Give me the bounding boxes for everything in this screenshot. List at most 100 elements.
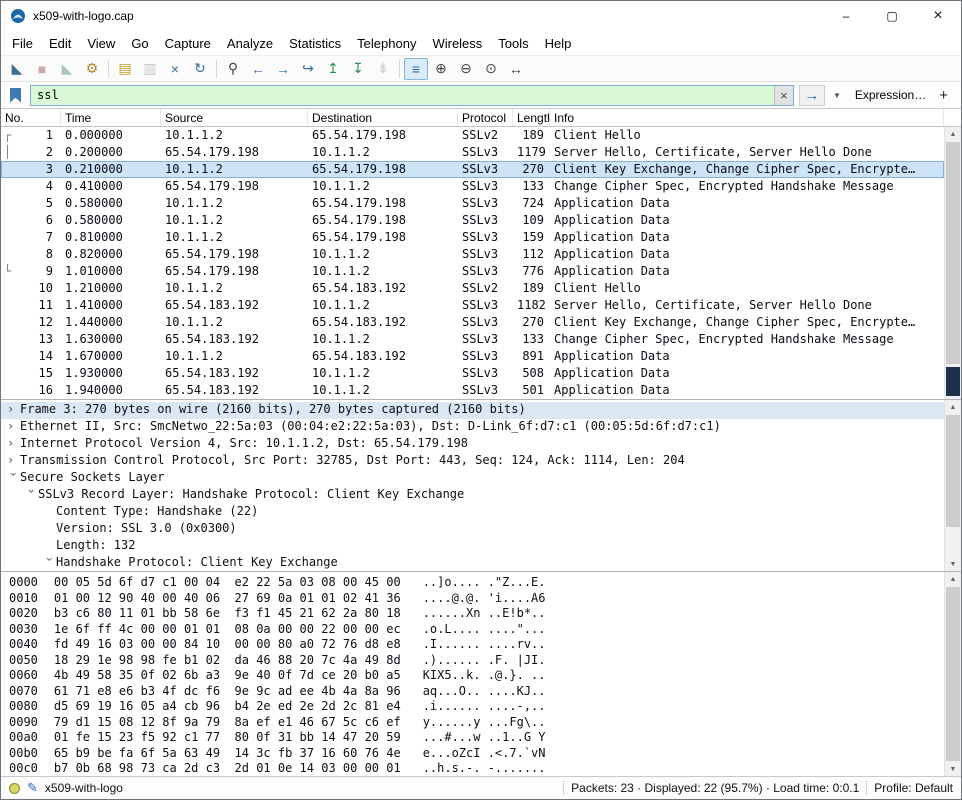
details-scrollbar[interactable]: ▲ ▼: [944, 400, 961, 571]
detail-line[interactable]: Length: 132: [1, 538, 944, 555]
expert-info-icon[interactable]: [9, 782, 20, 794]
packet-row[interactable]: ┌ 1 0.000000 10.1.1.2 65.54.179.198 SSLv2 189 C…: [1, 127, 944, 144]
save-file-icon[interactable]: ▥: [138, 58, 162, 80]
packet-row[interactable]: 10 1.210000 10.1.1.2 65.54.183.192 SSLv2 189 C…: [1, 280, 944, 297]
hex-line[interactable]: 00b0 65 b9 be fa 6f 5a 63 49 14 3c fb 37 …: [1, 746, 961, 762]
expand-arrow-icon[interactable]: ›: [7, 402, 20, 416]
auto-scroll-icon[interactable]: ⇟: [371, 58, 395, 80]
column-header-source[interactable]: Source: [161, 109, 308, 126]
scroll-down-icon[interactable]: ▼: [945, 557, 961, 571]
expand-arrow-icon[interactable]: ›: [43, 556, 57, 569]
column-header-destination[interactable]: Destination: [308, 109, 458, 126]
add-filter-button[interactable]: +: [937, 87, 956, 104]
expand-arrow-icon[interactable]: ›: [7, 471, 21, 484]
packet-row[interactable]: 4 0.410000 65.54.179.198 10.1.1.2 SSLv3 133 Ch…: [1, 178, 944, 195]
expand-arrow-icon[interactable]: ›: [25, 488, 39, 501]
restart-capture-icon[interactable]: ◣: [55, 58, 79, 80]
colorize-packets-icon[interactable]: ≡: [404, 57, 428, 80]
scroll-up-icon[interactable]: ▲: [945, 127, 961, 141]
resize-columns-icon[interactable]: ↔: [504, 58, 528, 80]
packet-row[interactable]: 11 1.410000 65.54.183.192 10.1.1.2 SSLv3 1182…: [1, 297, 944, 314]
detail-line[interactable]: › Ethernet II, Src: SmcNetwo_22:5a:03 (00…: [1, 419, 944, 436]
menu-item-tools[interactable]: Tools: [490, 33, 536, 54]
detail-line[interactable]: ›SSLv3 Record Layer: Handshake Protocol:…: [1, 487, 944, 504]
filter-dropdown-icon[interactable]: ▼: [830, 91, 844, 100]
hex-line[interactable]: 00c0 b7 0b 68 98 73 ca 2d c3 2d 01 0e 14 …: [1, 761, 961, 776]
hex-line[interactable]: 0060 4b 49 58 35 0f 02 6b a3 9e 40 0f 7d …: [1, 668, 961, 684]
close-file-icon[interactable]: ×: [163, 58, 187, 80]
status-profile[interactable]: Profile: Default: [874, 781, 953, 795]
hex-line[interactable]: 0000 00 05 5d 6f d7 c1 00 04 e2 22 5a 03 …: [1, 575, 961, 591]
display-filter-input[interactable]: [31, 88, 774, 102]
packet-row[interactable]: 8 0.820000 65.54.179.198 10.1.1.2 SSLv3 112 Ap…: [1, 246, 944, 263]
detail-line[interactable]: › Transmission Control Protocol, Src Port…: [1, 453, 944, 470]
menu-item-telephony[interactable]: Telephony: [349, 33, 424, 54]
capture-comment-icon[interactable]: ✎: [27, 780, 38, 796]
packet-list-scrollbar[interactable]: ▲: [944, 127, 961, 399]
menu-item-wireless[interactable]: Wireless: [424, 33, 490, 54]
packet-row[interactable]: 15 1.930000 65.54.183.192 10.1.1.2 SSLv3 508 A…: [1, 365, 944, 382]
packet-row[interactable]: 13 1.630000 65.54.183.192 10.1.1.2 SSLv3 133 C…: [1, 331, 944, 348]
open-file-icon[interactable]: ▤: [113, 58, 137, 80]
scroll-up-icon[interactable]: ▲: [945, 400, 961, 414]
capture-options-icon[interactable]: ⚙: [80, 58, 104, 80]
go-last-packet-icon[interactable]: ↧: [346, 58, 370, 80]
close-button[interactable]: ×: [915, 1, 961, 31]
packet-row[interactable]: │ 2 0.200000 65.54.179.198 10.1.1.2 SSLv3 1179…: [1, 144, 944, 161]
hex-line[interactable]: 0030 1e 6f ff 4c 00 00 01 01 08 0a 00 00 …: [1, 622, 961, 638]
detail-line[interactable]: ›Secure Sockets Layer: [1, 470, 944, 487]
hex-line[interactable]: 0050 18 29 1e 98 98 fe b1 02 da 46 88 20 …: [1, 653, 961, 669]
hex-line[interactable]: 00a0 01 fe 15 23 f5 92 c1 77 80 0f 31 bb …: [1, 730, 961, 746]
menu-item-help[interactable]: Help: [537, 33, 580, 54]
clear-filter-icon[interactable]: ×: [773, 85, 793, 105]
packet-row[interactable]: 3 0.210000 10.1.1.2 65.54.179.198 SSLv3 270 Cl…: [1, 161, 944, 178]
hex-scrollbar[interactable]: ▲ ▼: [944, 572, 961, 776]
go-back-icon[interactable]: ←: [246, 58, 270, 80]
column-header-no[interactable]: No.: [1, 109, 61, 126]
scrollbar-thumb[interactable]: [946, 415, 960, 527]
find-packet-icon[interactable]: ⚲: [221, 58, 245, 80]
packet-row[interactable]: 7 0.810000 10.1.1.2 65.54.179.198 SSLv3 159 Ap…: [1, 229, 944, 246]
expand-arrow-icon[interactable]: ›: [7, 453, 20, 467]
hex-line[interactable]: 0090 79 d1 15 08 12 8f 9a 79 8a ef e1 46 …: [1, 715, 961, 731]
expand-arrow-icon[interactable]: ›: [7, 419, 20, 433]
detail-line[interactable]: › Frame 3: 270 bytes on wire (2160 bits),…: [1, 402, 944, 419]
expression-button[interactable]: Expression…: [849, 88, 932, 102]
column-header-info[interactable]: Info: [550, 109, 944, 126]
start-capture-icon[interactable]: ◣: [5, 58, 29, 80]
zoom-original-icon[interactable]: ⊙: [479, 58, 503, 80]
menu-item-capture[interactable]: Capture: [157, 33, 219, 54]
packet-row[interactable]: 14 1.670000 10.1.1.2 65.54.183.192 SSLv3 891 A…: [1, 348, 944, 365]
go-first-packet-icon[interactable]: ↥: [321, 58, 345, 80]
hex-line[interactable]: 0020 b3 c6 80 11 01 bb 58 6e f3 f1 45 21 …: [1, 606, 961, 622]
expand-arrow-icon[interactable]: ›: [7, 436, 20, 450]
menu-item-go[interactable]: Go: [123, 33, 156, 54]
apply-filter-icon[interactable]: →: [798, 84, 825, 106]
detail-line[interactable]: Version: SSL 3.0 (0x0300): [1, 521, 944, 538]
hex-line[interactable]: 0010 01 00 12 90 40 00 40 06 27 69 0a 01 …: [1, 591, 961, 607]
hex-line[interactable]: 0040 fd 49 16 03 00 00 84 10 00 00 80 a0 …: [1, 637, 961, 653]
menu-item-analyze[interactable]: Analyze: [219, 33, 281, 54]
menu-item-edit[interactable]: Edit: [41, 33, 79, 54]
scrollbar-thumb[interactable]: [946, 142, 960, 364]
column-header-length[interactable]: Length: [513, 109, 550, 126]
scroll-down-icon[interactable]: ▼: [945, 762, 961, 776]
go-to-packet-icon[interactable]: ↪: [296, 58, 320, 80]
hex-line[interactable]: 0080 d5 69 19 16 05 a4 cb 96 b4 2e ed 2e …: [1, 699, 961, 715]
zoom-in-icon[interactable]: ⊕: [429, 58, 453, 80]
maximize-button[interactable]: ▢: [869, 1, 915, 31]
column-header-protocol[interactable]: Protocol: [458, 109, 513, 126]
minimize-button[interactable]: –: [823, 1, 869, 31]
packet-row[interactable]: 16 1.940000 65.54.183.192 10.1.1.2 SSLv3 501 A…: [1, 382, 944, 399]
packet-row[interactable]: 12 1.440000 10.1.1.2 65.54.183.192 SSLv3 270 C…: [1, 314, 944, 331]
detail-line[interactable]: ›Handshake Protocol: Client Key Exchange: [1, 555, 944, 571]
menu-item-view[interactable]: View: [79, 33, 123, 54]
reload-file-icon[interactable]: ↻: [188, 58, 212, 80]
stop-capture-icon[interactable]: ■: [30, 58, 54, 80]
packet-row[interactable]: 5 0.580000 10.1.1.2 65.54.179.198 SSLv3 724 Ap…: [1, 195, 944, 212]
menu-item-file[interactable]: File: [4, 33, 41, 54]
detail-line[interactable]: Content Type: Handshake (22): [1, 504, 944, 521]
detail-line[interactable]: › Internet Protocol Version 4, Src: 10.1.…: [1, 436, 944, 453]
scroll-up-icon[interactable]: ▲: [945, 572, 961, 586]
zoom-out-icon[interactable]: ⊖: [454, 58, 478, 80]
